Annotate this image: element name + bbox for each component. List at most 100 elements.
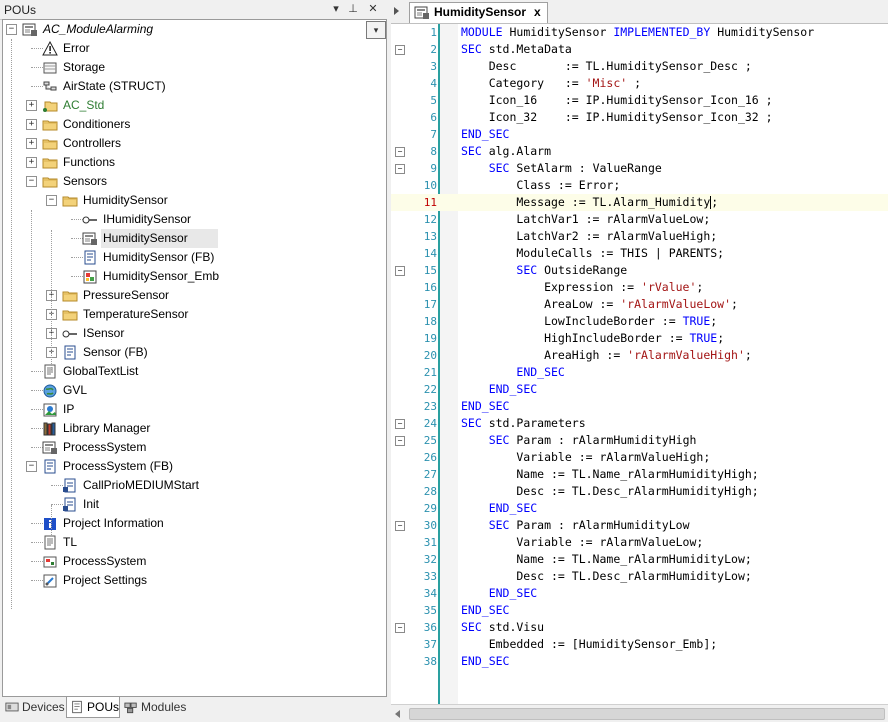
code-line[interactable]: − 25 SEC Param : rAlarmHumidityHigh	[391, 432, 888, 449]
tree-item[interactable]: + TemperatureSensor	[3, 305, 386, 324]
code-text[interactable]: END_SEC	[461, 653, 509, 670]
fold-toggle-icon[interactable]: −	[395, 266, 405, 276]
code-line[interactable]: 26 Variable := rAlarmValueHigh;	[391, 449, 888, 466]
code-text[interactable]: SEC Param : rAlarmHumidityLow	[461, 517, 690, 534]
tree-item[interactable]: + Conditioners	[3, 115, 386, 134]
tree-item[interactable]: + Sensor (FB)	[3, 343, 386, 362]
code-text[interactable]: LatchVar1 := rAlarmValueLow;	[461, 211, 710, 228]
code-text[interactable]: HighIncludeBorder := TRUE;	[461, 330, 724, 347]
code-text[interactable]: END_SEC	[461, 398, 509, 415]
code-line[interactable]: 18 LowIncludeBorder := TRUE;	[391, 313, 888, 330]
code-line[interactable]: 27 Name := TL.Name_rAlarmHumidityHigh;	[391, 466, 888, 483]
code-line[interactable]: 35 END_SEC	[391, 602, 888, 619]
tree-item[interactable]: IP	[3, 400, 386, 419]
tree-item[interactable]: Library Manager	[3, 419, 386, 438]
code-line[interactable]: 13 LatchVar2 := rAlarmValueHigh;	[391, 228, 888, 245]
code-line[interactable]: 38 END_SEC	[391, 653, 888, 670]
code-line[interactable]: 4 Category := 'Misc' ;	[391, 75, 888, 92]
code-text[interactable]: END_SEC	[461, 585, 537, 602]
code-text[interactable]: END_SEC	[461, 500, 537, 517]
code-text[interactable]: ModuleCalls := THIS | PARENTS;	[461, 245, 724, 262]
expand-icon[interactable]: +	[26, 119, 37, 130]
tree-item[interactable]: CallPrioMEDIUMStart	[3, 476, 386, 495]
code-line[interactable]: 12 LatchVar1 := rAlarmValueLow;	[391, 211, 888, 228]
code-text[interactable]: SEC Param : rAlarmHumidityHigh	[461, 432, 697, 449]
code-text[interactable]: Icon_16 := IP.HumiditySensor_Icon_16 ;	[461, 92, 773, 109]
code-text[interactable]: Name := TL.Name_rAlarmHumidityLow;	[461, 551, 751, 568]
code-text[interactable]: END_SEC	[461, 364, 564, 381]
tree-item[interactable]: GVL	[3, 381, 386, 400]
tree-item[interactable]: + PressureSensor	[3, 286, 386, 305]
code-line[interactable]: 19 HighIncludeBorder := TRUE;	[391, 330, 888, 347]
code-line[interactable]: − 30 SEC Param : rAlarmHumidityLow	[391, 517, 888, 534]
collapse-icon[interactable]: −	[26, 176, 37, 187]
code-text[interactable]: Embedded := [HumiditySensor_Emb];	[461, 636, 718, 653]
tree-item[interactable]: ProcessSystem	[3, 552, 386, 571]
collapse-icon[interactable]: −	[6, 24, 17, 35]
expand-icon[interactable]: +	[26, 100, 37, 111]
horizontal-scrollbar[interactable]	[391, 704, 888, 722]
tree-item[interactable]: HumiditySensor (FB)	[3, 248, 386, 267]
code-line[interactable]: 23 END_SEC	[391, 398, 888, 415]
tree-item[interactable]: − AC_ModuleAlarming	[3, 20, 386, 39]
tab-close-icon[interactable]: x	[534, 3, 541, 22]
tree-item[interactable]: − ProcessSystem (FB)	[3, 457, 386, 476]
scrollbar-thumb[interactable]	[409, 708, 885, 720]
code-text[interactable]: SEC SetAlarm : ValueRange	[461, 160, 662, 177]
tree-item[interactable]: Project Information	[3, 514, 386, 533]
code-line[interactable]: 33 Desc := TL.Desc_rAlarmHumidityLow;	[391, 568, 888, 585]
tree-item[interactable]: + AC_Std	[3, 96, 386, 115]
code-line[interactable]: − 24 SEC std.Parameters	[391, 415, 888, 432]
code-text[interactable]: LowIncludeBorder := TRUE;	[461, 313, 717, 330]
bottom-tab-modules[interactable]: Modules	[121, 697, 186, 717]
tree-item[interactable]: + Controllers	[3, 134, 386, 153]
code-text[interactable]: SEC std.MetaData	[461, 41, 572, 58]
tree-item[interactable]: − Sensors	[3, 172, 386, 191]
bottom-tab-devices[interactable]: Devices	[2, 697, 66, 717]
expand-icon[interactable]: +	[26, 138, 37, 149]
code-line[interactable]: 6 Icon_32 := IP.HumiditySensor_Icon_32 ;	[391, 109, 888, 126]
fold-toggle-icon[interactable]: −	[395, 419, 405, 429]
code-line[interactable]: 1 MODULE HumiditySensor IMPLEMENTED_BY Hu…	[391, 24, 888, 41]
code-line[interactable]: 20 AreaHigh := 'rAlarmValueHigh';	[391, 347, 888, 364]
code-text[interactable]: Icon_32 := IP.HumiditySensor_Icon_32 ;	[461, 109, 773, 126]
tree-item[interactable]: HumiditySensor_Emb	[3, 267, 386, 286]
code-line[interactable]: 11 Message := TL.Alarm_Humidity;	[391, 194, 888, 211]
tree-item[interactable]: GlobalTextList	[3, 362, 386, 381]
code-line[interactable]: 3 Desc := TL.HumiditySensor_Desc ;	[391, 58, 888, 75]
code-text[interactable]: SEC alg.Alarm	[461, 143, 551, 160]
code-text[interactable]: Class := Error;	[461, 177, 620, 194]
code-text[interactable]: Desc := TL.Desc_rAlarmHumidityLow;	[461, 568, 751, 585]
tree-item[interactable]: AirState (STRUCT)	[3, 77, 386, 96]
code-text[interactable]: SEC std.Visu	[461, 619, 544, 636]
tree-item[interactable]: Project Settings	[3, 571, 386, 590]
code-text[interactable]: Expression := 'rValue';	[461, 279, 703, 296]
tree-item[interactable]: Error	[3, 39, 386, 58]
code-text[interactable]: AreaLow := 'rAlarmValueLow';	[461, 296, 738, 313]
code-line[interactable]: − 9 SEC SetAlarm : ValueRange	[391, 160, 888, 177]
code-text[interactable]: SEC std.Parameters	[461, 415, 586, 432]
code-text[interactable]: Name := TL.Name_rAlarmHumidityHigh;	[461, 466, 758, 483]
code-line[interactable]: 31 Variable := rAlarmValueLow;	[391, 534, 888, 551]
code-text[interactable]: LatchVar2 := rAlarmValueHigh;	[461, 228, 717, 245]
fold-toggle-icon[interactable]: −	[395, 147, 405, 157]
code-line[interactable]: − 2 SEC std.MetaData	[391, 41, 888, 58]
code-area[interactable]: 1 MODULE HumiditySensor IMPLEMENTED_BY Hu…	[391, 24, 888, 704]
code-line[interactable]: 10 Class := Error;	[391, 177, 888, 194]
fold-toggle-icon[interactable]: −	[395, 436, 405, 446]
code-text[interactable]: Message := TL.Alarm_Humidity;	[461, 194, 718, 211]
tree-item[interactable]: Storage	[3, 58, 386, 77]
tree-item[interactable]: TL	[3, 533, 386, 552]
tab-scroll-icon[interactable]	[394, 7, 399, 15]
code-line[interactable]: 37 Embedded := [HumiditySensor_Emb];	[391, 636, 888, 653]
code-text[interactable]: END_SEC	[461, 126, 509, 143]
code-text[interactable]: Desc := TL.Desc_rAlarmHumidityHigh;	[461, 483, 758, 500]
code-line[interactable]: 28 Desc := TL.Desc_rAlarmHumidityHigh;	[391, 483, 888, 500]
code-text[interactable]: END_SEC	[461, 381, 537, 398]
code-line[interactable]: 17 AreaLow := 'rAlarmValueLow';	[391, 296, 888, 313]
tree-item[interactable]: + Functions	[3, 153, 386, 172]
code-line[interactable]: − 36 SEC std.Visu	[391, 619, 888, 636]
code-line[interactable]: 5 Icon_16 := IP.HumiditySensor_Icon_16 ;	[391, 92, 888, 109]
pou-tree[interactable]: − AC_ModuleAlarming Error Storage AirState (…	[2, 19, 387, 697]
tree-item[interactable]: + ISensor	[3, 324, 386, 343]
